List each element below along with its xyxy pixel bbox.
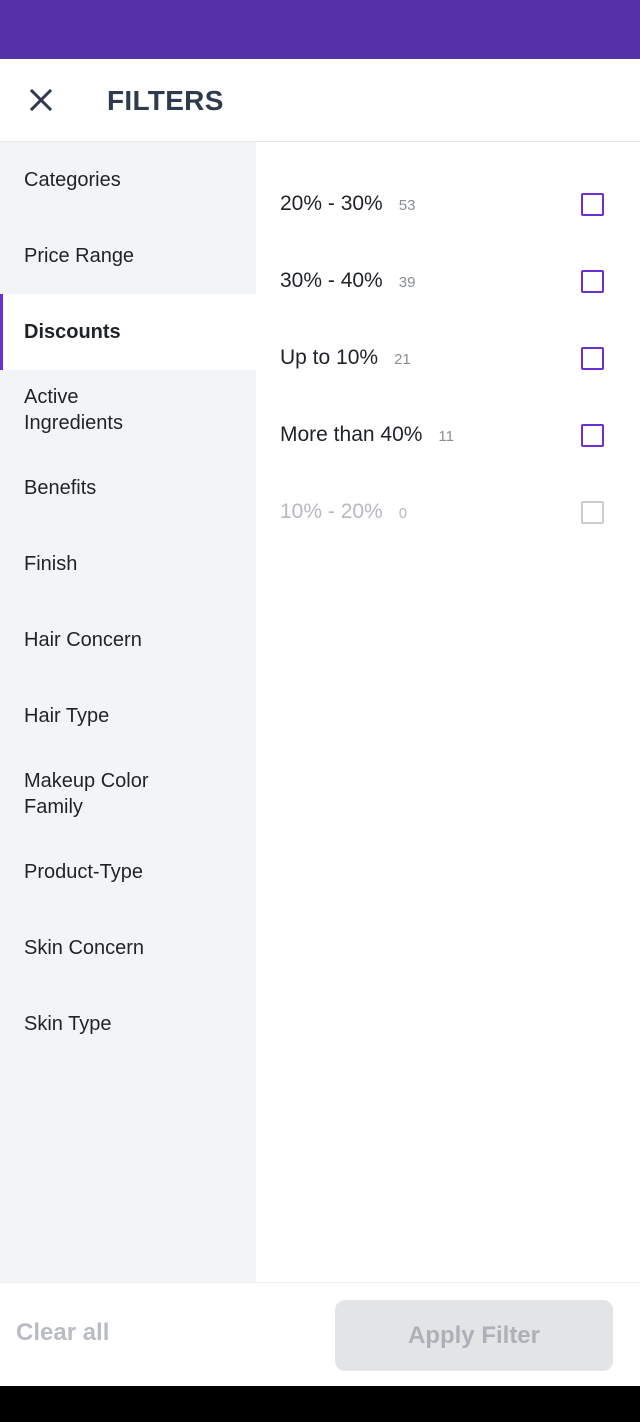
- option-count: 21: [394, 350, 411, 368]
- sidebar-item-label: Hair Type: [24, 705, 110, 727]
- close-icon: [29, 88, 53, 112]
- option-count: 39: [398, 273, 416, 291]
- sidebar-item-label: Benefits: [24, 477, 97, 499]
- sidebar-item-price-range[interactable]: Price Range: [0, 218, 256, 294]
- filter-footer: Clear all Apply Filter: [0, 1282, 640, 1386]
- option-count: 0: [398, 504, 408, 522]
- option-checkbox[interactable]: [581, 270, 604, 293]
- option-up-to-10[interactable]: Up to 10% 21: [256, 320, 640, 397]
- option-20-30[interactable]: 20% - 30% 53: [256, 166, 640, 243]
- sidebar-item-label: Categories: [24, 169, 121, 191]
- close-button[interactable]: [22, 81, 60, 119]
- page-title: FILTERS: [107, 85, 224, 116]
- option-label: More than 40% 11: [280, 422, 454, 450]
- sidebar-item-hair-type[interactable]: Hair Type: [0, 678, 256, 754]
- sidebar-item-label: Price Range: [24, 245, 135, 267]
- option-more-than-40[interactable]: More than 40% 11: [256, 397, 640, 474]
- apply-filter-button[interactable]: Apply Filter: [335, 1300, 613, 1371]
- sidebar-item-label: Hair Concern: [24, 629, 142, 651]
- sidebar-item-label: Discounts: [24, 321, 121, 343]
- option-30-40[interactable]: 30% - 40% 39: [256, 243, 640, 320]
- sidebar-item-makeup-color-family[interactable]: Makeup Color Family: [0, 754, 256, 834]
- option-10-20: 10% - 20% 0: [256, 474, 640, 551]
- sidebar-item-hair-concern[interactable]: Hair Concern: [0, 602, 256, 678]
- filters-header: FILTERS: [0, 59, 640, 142]
- option-count: 11: [438, 427, 454, 445]
- option-text: 20% - 30%: [280, 191, 383, 215]
- sidebar-item-skin-type[interactable]: Skin Type: [0, 986, 256, 1062]
- option-text: Up to 10%: [280, 345, 379, 369]
- sidebar-item-label: Skin Concern: [24, 937, 145, 959]
- sidebar-item-label: Finish: [24, 553, 78, 575]
- option-text: 30% - 40%: [280, 268, 383, 292]
- sidebar-item-label: Product-Type: [24, 861, 143, 883]
- status-bar: [0, 0, 640, 59]
- clear-all-button[interactable]: Clear all: [16, 1319, 109, 1347]
- sidebar-item-finish[interactable]: Finish: [0, 526, 256, 602]
- sidebar-item-discounts[interactable]: Discounts: [0, 294, 256, 370]
- system-navigation-bar: [0, 1386, 640, 1422]
- option-checkbox-disabled: [581, 501, 604, 524]
- sidebar-item-label: Makeup Color Family: [24, 770, 149, 818]
- option-label: 10% - 20% 0: [280, 499, 407, 527]
- sidebar-item-categories[interactable]: Categories: [0, 142, 256, 218]
- option-text: 10% - 20%: [280, 499, 383, 523]
- filter-category-sidebar: Categories Price Range Discounts Active …: [0, 142, 256, 1282]
- option-label: 20% - 30% 53: [280, 191, 415, 219]
- option-checkbox[interactable]: [581, 347, 604, 370]
- discount-options-panel: 20% - 30% 53 30% - 40% 39 Up to 10% 21 More…: [256, 142, 640, 1282]
- sidebar-item-benefits[interactable]: Benefits: [0, 450, 256, 526]
- option-label: 30% - 40% 39: [280, 268, 415, 296]
- option-checkbox[interactable]: [581, 424, 604, 447]
- sidebar-item-label: Active Ingredients: [24, 386, 123, 434]
- option-text: More than 40%: [280, 422, 423, 446]
- option-checkbox[interactable]: [581, 193, 604, 216]
- sidebar-item-product-type[interactable]: Product-Type: [0, 834, 256, 910]
- option-label: Up to 10% 21: [280, 345, 411, 373]
- sidebar-item-active-ingredients[interactable]: Active Ingredients: [0, 370, 256, 450]
- sidebar-item-skin-concern[interactable]: Skin Concern: [0, 910, 256, 986]
- option-count: 53: [398, 196, 416, 214]
- sidebar-item-label: Skin Type: [24, 1013, 112, 1035]
